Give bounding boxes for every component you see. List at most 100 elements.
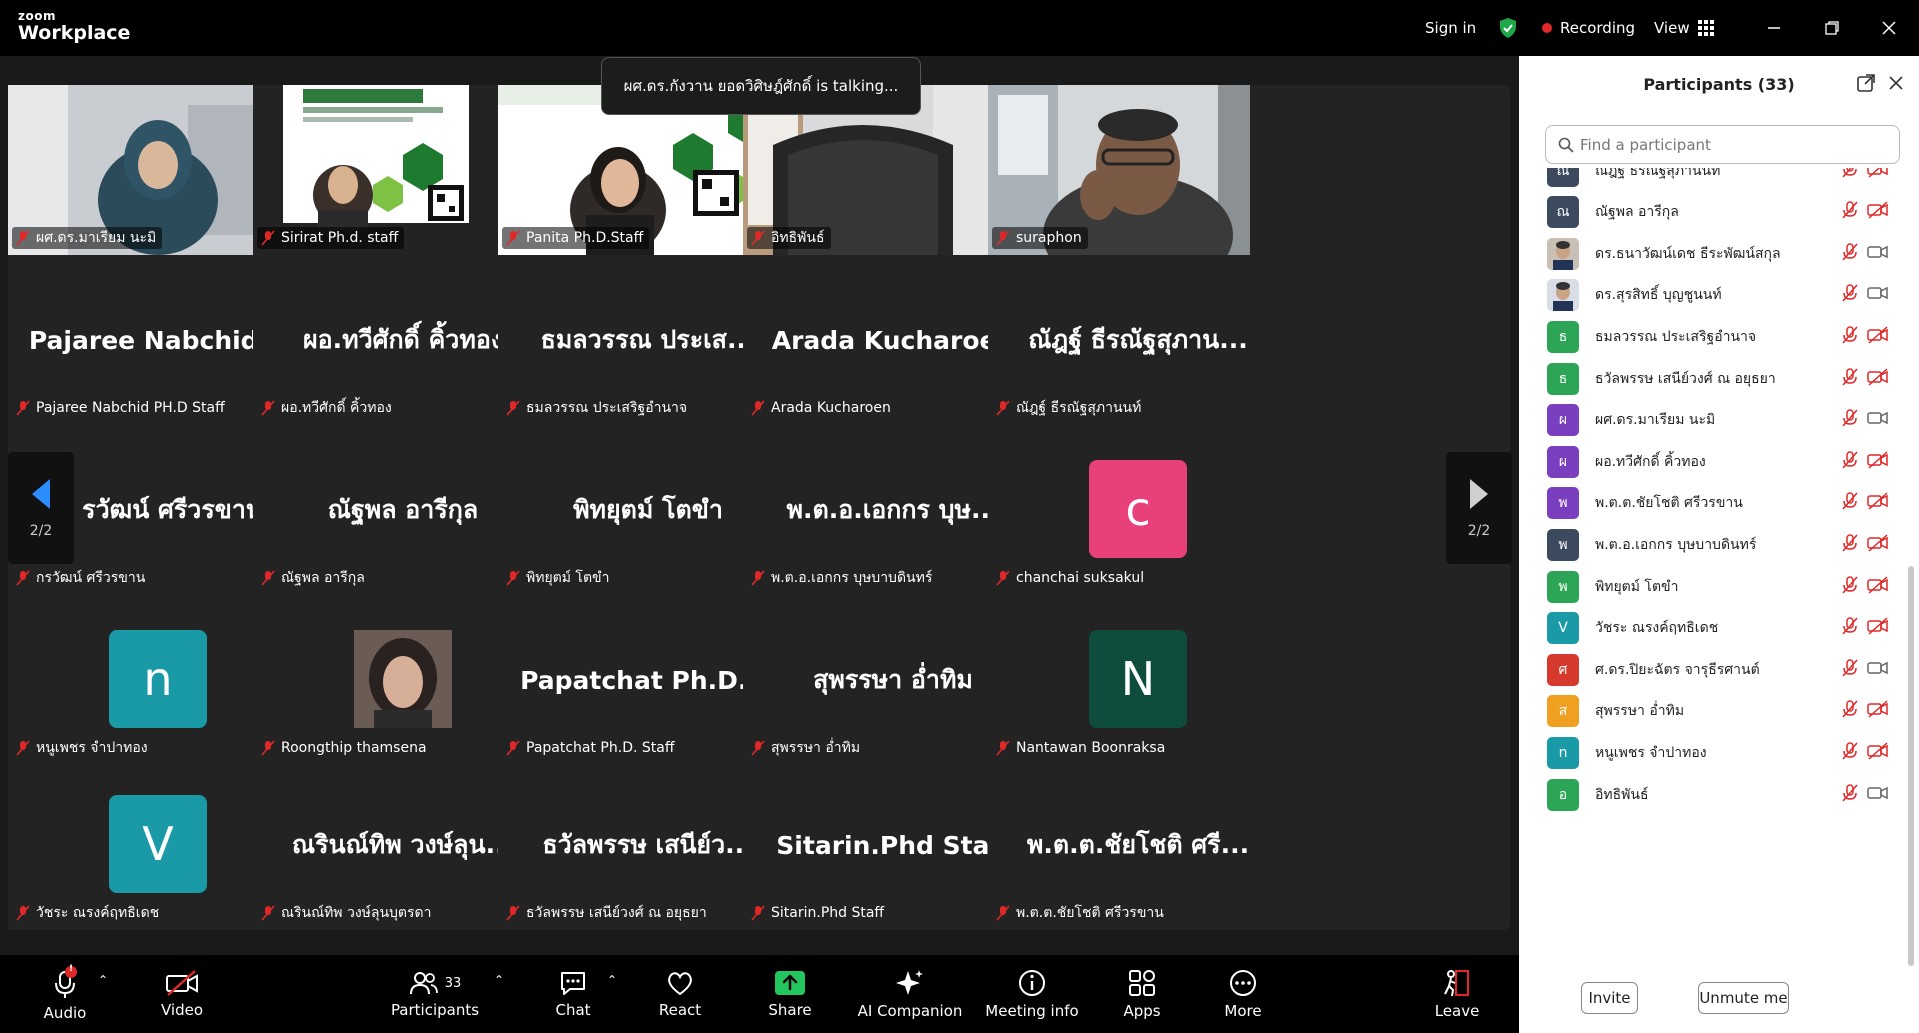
camera-off-icon[interactable] (1867, 367, 1889, 390)
meeting-info-label: Meeting info (985, 1002, 1079, 1020)
participant-name-label: ณัฐพล อารีกุล (257, 567, 371, 589)
camera-icon[interactable] (1867, 659, 1889, 681)
camera-off-icon[interactable] (1867, 168, 1889, 182)
active-speaker-banner: ผศ.ดร.กังวาน ยอดวิศิษฎ์ศักดิ์ is talking… (601, 57, 921, 115)
camera-off-icon[interactable] (1867, 201, 1889, 223)
participant-name-label: Arada Kucharoen (747, 397, 897, 419)
camera-off-icon[interactable] (1867, 700, 1889, 722)
mic-muted-icon[interactable] (1841, 700, 1859, 722)
mic-muted-icon[interactable] (1841, 367, 1859, 390)
mic-muted-icon[interactable] (1841, 326, 1859, 348)
mic-muted-icon[interactable] (1841, 617, 1859, 639)
previous-page-button[interactable]: 2/2 (8, 452, 74, 564)
participant-row-name: วัชระ ณรงค์ฤทธิเดช (1595, 620, 1719, 637)
participant-name: ณัฎฐ์ ธีรณัฐสุภานนท์ (1016, 400, 1142, 416)
mic-muted-icon[interactable] (1841, 492, 1859, 514)
camera-off-icon[interactable] (1867, 742, 1889, 764)
participant-avatar: n (1547, 736, 1579, 769)
view-button[interactable]: View (1654, 0, 1714, 56)
participant-row-name: พ.ต.ต.ชัยโชติ ศรีวรขาน (1595, 495, 1743, 512)
participant-list-scrollbar[interactable] (1908, 566, 1914, 966)
camera-off-icon[interactable] (1867, 617, 1889, 639)
camera-icon[interactable] (1867, 284, 1889, 306)
mic-muted-icon[interactable] (1841, 450, 1859, 473)
share-screen-button[interactable]: Share (768, 955, 812, 1033)
more-button[interactable]: More (1223, 955, 1263, 1033)
participant-name: กรวัฒน์ ศรีวรขาน (36, 570, 146, 586)
mic-muted-icon[interactable] (1841, 168, 1859, 182)
close-icon[interactable] (1869, 0, 1909, 56)
chat-options-chevron-icon[interactable]: ⌃ (607, 973, 617, 987)
mic-muted-icon (751, 570, 765, 586)
mic-muted-icon (261, 905, 275, 921)
participant-row-name: ศ.ดร.ปิยะฉัตร จารุธีรศานต์ (1595, 661, 1760, 678)
restore-icon[interactable] (1812, 0, 1852, 56)
video-tile[interactable]: ณัฎฐ์ ธีรณัฐสุภาน... ณัฎฐ์ ธีรณัฐสุภานนท… (988, 255, 1288, 425)
mic-muted-icon[interactable] (1841, 742, 1859, 764)
mic-muted-icon[interactable] (1841, 658, 1859, 681)
participants-button[interactable]: 33 Participants (391, 955, 479, 1033)
react-button[interactable]: React (658, 955, 702, 1033)
participant-search-input[interactable]: Find a participant (1545, 125, 1900, 164)
participant-row-name: ดร.ธนาวัฒน์เดช ธีระพัฒน์สกุล (1595, 245, 1781, 262)
next-page-button[interactable]: 2/2 (1446, 452, 1512, 564)
participant-row-name: ธมลวรรณ ประเสริฐอำนาจ (1595, 328, 1757, 345)
heart-react-icon (668, 972, 692, 996)
camera-icon[interactable] (1867, 784, 1889, 806)
mic-muted-icon[interactable] (1841, 534, 1859, 556)
recording-indicator[interactable]: Recording (1542, 0, 1635, 56)
camera-icon[interactable] (1867, 243, 1889, 265)
ai-companion-button[interactable]: AI Companion (858, 955, 962, 1033)
apps-button[interactable]: Apps (1122, 955, 1162, 1033)
mic-muted-icon[interactable] (1841, 284, 1859, 306)
mic-muted-icon (16, 230, 30, 246)
camera-off-icon[interactable] (1867, 492, 1889, 514)
participant-name-label: Sitarin.Phd Staff (747, 902, 890, 924)
participant-name: หนูเพชร จำปาทอง (36, 740, 148, 756)
leave-meeting-button[interactable]: Leave (1435, 955, 1479, 1033)
invite-button[interactable]: Invite (1581, 982, 1638, 1014)
participants-options-chevron-icon[interactable]: ⌃ (494, 973, 504, 987)
meeting-info-button[interactable]: Meeting info (985, 955, 1079, 1033)
mic-muted-icon (261, 230, 275, 246)
participant-avatar: พ (1547, 528, 1579, 561)
mic-muted-icon[interactable] (1841, 409, 1859, 431)
close-panel-icon[interactable] (1887, 74, 1905, 96)
camera-off-icon[interactable] (1867, 534, 1889, 556)
popout-icon[interactable] (1856, 73, 1876, 97)
mic-muted-icon[interactable] (1841, 242, 1859, 265)
participant-row-name: ดร.สุรสิทธิ์ บุญชูนนท์ (1595, 287, 1722, 304)
video-tile[interactable]: c chanchai suksakul (988, 425, 1288, 595)
participant-name: ธวัลพรรษ เสนีย์วงศ์ ณ อยุธยา (526, 905, 707, 921)
sign-in-link[interactable]: Sign in (1425, 0, 1476, 56)
video-gallery: ผศ.ดร.มาเรียม นะมิ Sirirat Ph.d. staff P… (8, 85, 1510, 930)
chat-button[interactable]: Chat (553, 955, 593, 1033)
audio-label: Audio (43, 1004, 87, 1022)
participant-name-label: ณัฎฐ์ ธีรณัฐสุภานนท์ (992, 397, 1147, 419)
participant-name-label: วัชระ ณรงค์ฤทธิเดช (12, 902, 165, 924)
unmute-me-button[interactable]: Unmute me (1698, 982, 1789, 1014)
encryption-shield-icon[interactable] (1498, 0, 1518, 56)
mic-muted-icon[interactable] (1841, 575, 1859, 598)
camera-off-icon[interactable] (1867, 326, 1889, 348)
audio-options-chevron-icon[interactable]: ⌃ (98, 973, 108, 987)
participant-name-label: Nantawan Boonraksa (992, 737, 1171, 759)
video-tile[interactable]: suraphon (988, 85, 1250, 255)
audio-button[interactable]: ! Audio (40, 955, 90, 1033)
video-tile[interactable]: N Nantawan Boonraksa (988, 595, 1288, 765)
page-indicator: 2/2 (1467, 523, 1491, 539)
minimize-icon[interactable] (1754, 0, 1794, 56)
participant-avatar: ศ (1547, 653, 1579, 686)
camera-icon[interactable] (1867, 409, 1889, 431)
mic-muted-icon (751, 230, 765, 246)
participant-name-label: chanchai suksakul (992, 567, 1150, 589)
participant-row[interactable]: อ อิทธิพันธ์ (1519, 769, 1905, 820)
mic-muted-icon[interactable] (1841, 201, 1859, 223)
video-button[interactable]: Video (157, 955, 207, 1033)
leave-door-icon (1444, 970, 1469, 997)
video-tile[interactable]: พ.ต.ต.ชัยโชติ ศรี... พ.ต.ต.ชัยโชติ ศรีวร… (988, 760, 1288, 930)
participant-name: สุพรรษา อ่ำทิม (771, 740, 861, 756)
camera-off-icon[interactable] (1867, 451, 1889, 473)
mic-muted-icon[interactable] (1841, 783, 1859, 806)
camera-off-icon[interactable] (1867, 575, 1889, 598)
